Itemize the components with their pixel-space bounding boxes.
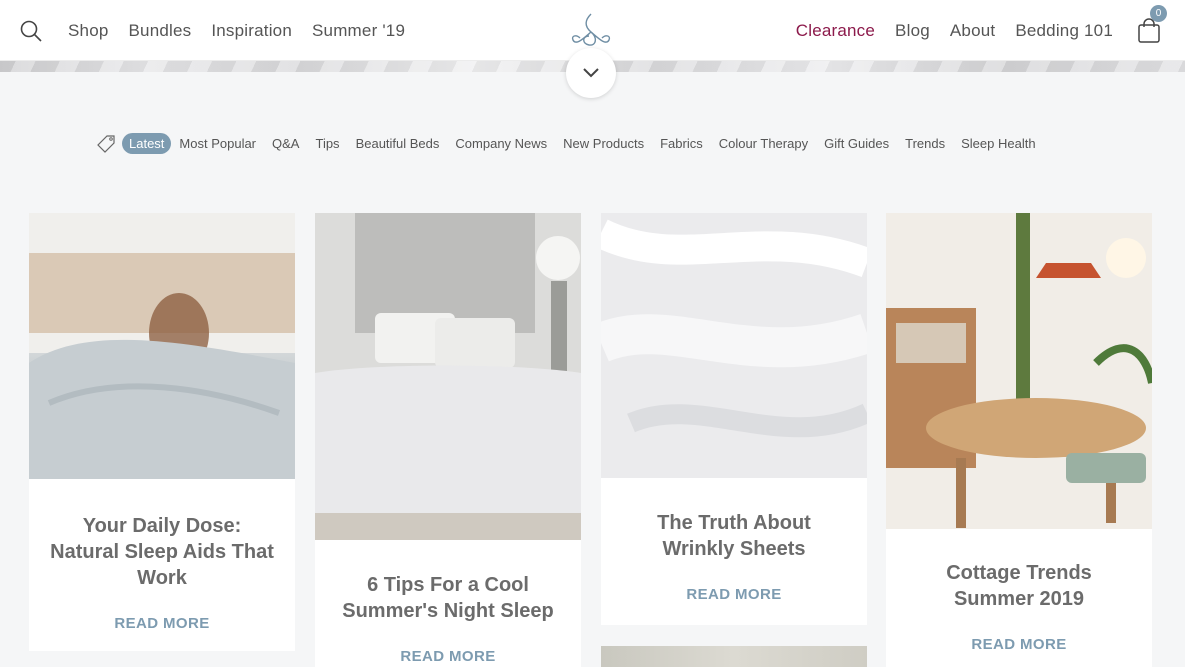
category-new-products[interactable]: New Products [563, 136, 644, 151]
post-image[interactable] [601, 213, 867, 478]
category-colour-therapy[interactable]: Colour Therapy [719, 136, 808, 151]
sheets-photo [601, 213, 867, 478]
read-more-link[interactable]: READ MORE [886, 636, 1152, 653]
nav-summer-19[interactable]: Summer '19 [312, 21, 405, 41]
read-more-link[interactable]: READ MORE [315, 648, 581, 665]
chevron-down-icon [583, 68, 599, 78]
cart-button[interactable]: 0 [1137, 4, 1167, 44]
category-tips[interactable]: Tips [315, 136, 339, 151]
cart-count-badge: 0 [1150, 4, 1167, 22]
post-card-partial[interactable] [601, 646, 867, 667]
category-fabrics[interactable]: Fabrics [660, 136, 703, 151]
category-company-news[interactable]: Company News [455, 136, 547, 151]
brand-logo[interactable] [570, 12, 612, 48]
nav-clearance[interactable]: Clearance [796, 21, 875, 41]
secondary-nav: Clearance Blog About Bedding 101 0 [776, 0, 1167, 61]
category-gift-guides[interactable]: Gift Guides [824, 136, 889, 151]
post-title[interactable]: 6 Tips For a Cool Summer's Night Sleep [315, 572, 581, 624]
category-most-popular[interactable]: Most Popular [179, 136, 256, 151]
post-card[interactable]: 6 Tips For a Cool Summer's Night Sleep R… [315, 213, 581, 667]
category-filter: Latest Most Popular Q&A Tips Beautiful B… [96, 132, 1052, 155]
post-image[interactable] [29, 213, 295, 479]
nav-about[interactable]: About [950, 21, 995, 41]
category-qa[interactable]: Q&A [272, 136, 299, 151]
post-image[interactable] [886, 213, 1152, 529]
nav-shop[interactable]: Shop [68, 21, 109, 41]
nav-bedding-101[interactable]: Bedding 101 [1015, 21, 1113, 41]
search-icon[interactable] [20, 20, 42, 42]
primary-nav: Shop Bundles Inspiration Summer '19 [20, 0, 425, 61]
nav-blog[interactable]: Blog [895, 21, 930, 41]
post-title[interactable]: Your Daily Dose: Natural Sleep Aids That… [29, 513, 295, 591]
category-beautiful-beds[interactable]: Beautiful Beds [356, 136, 440, 151]
dining-room-photo [886, 213, 1152, 529]
post-title[interactable]: The Truth About Wrinkly Sheets [601, 510, 867, 562]
read-more-link[interactable]: READ MORE [29, 615, 295, 632]
bedroom-photo [29, 213, 295, 479]
nav-inspiration[interactable]: Inspiration [211, 21, 292, 41]
category-latest[interactable]: Latest [122, 133, 172, 154]
nav-bundles[interactable]: Bundles [129, 21, 192, 41]
post-card[interactable]: Your Daily Dose: Natural Sleep Aids That… [29, 213, 295, 651]
tag-icon [97, 134, 115, 153]
bed-photo [315, 213, 581, 540]
category-trends[interactable]: Trends [905, 136, 945, 151]
scroll-down-button[interactable] [566, 48, 616, 98]
post-image[interactable] [315, 213, 581, 540]
post-card[interactable]: Cottage Trends Summer 2019 READ MORE [886, 213, 1152, 667]
post-card[interactable]: The Truth About Wrinkly Sheets READ MORE [601, 213, 867, 625]
category-sleep-health[interactable]: Sleep Health [961, 136, 1035, 151]
post-title[interactable]: Cottage Trends Summer 2019 [886, 560, 1152, 612]
read-more-link[interactable]: READ MORE [601, 586, 867, 603]
